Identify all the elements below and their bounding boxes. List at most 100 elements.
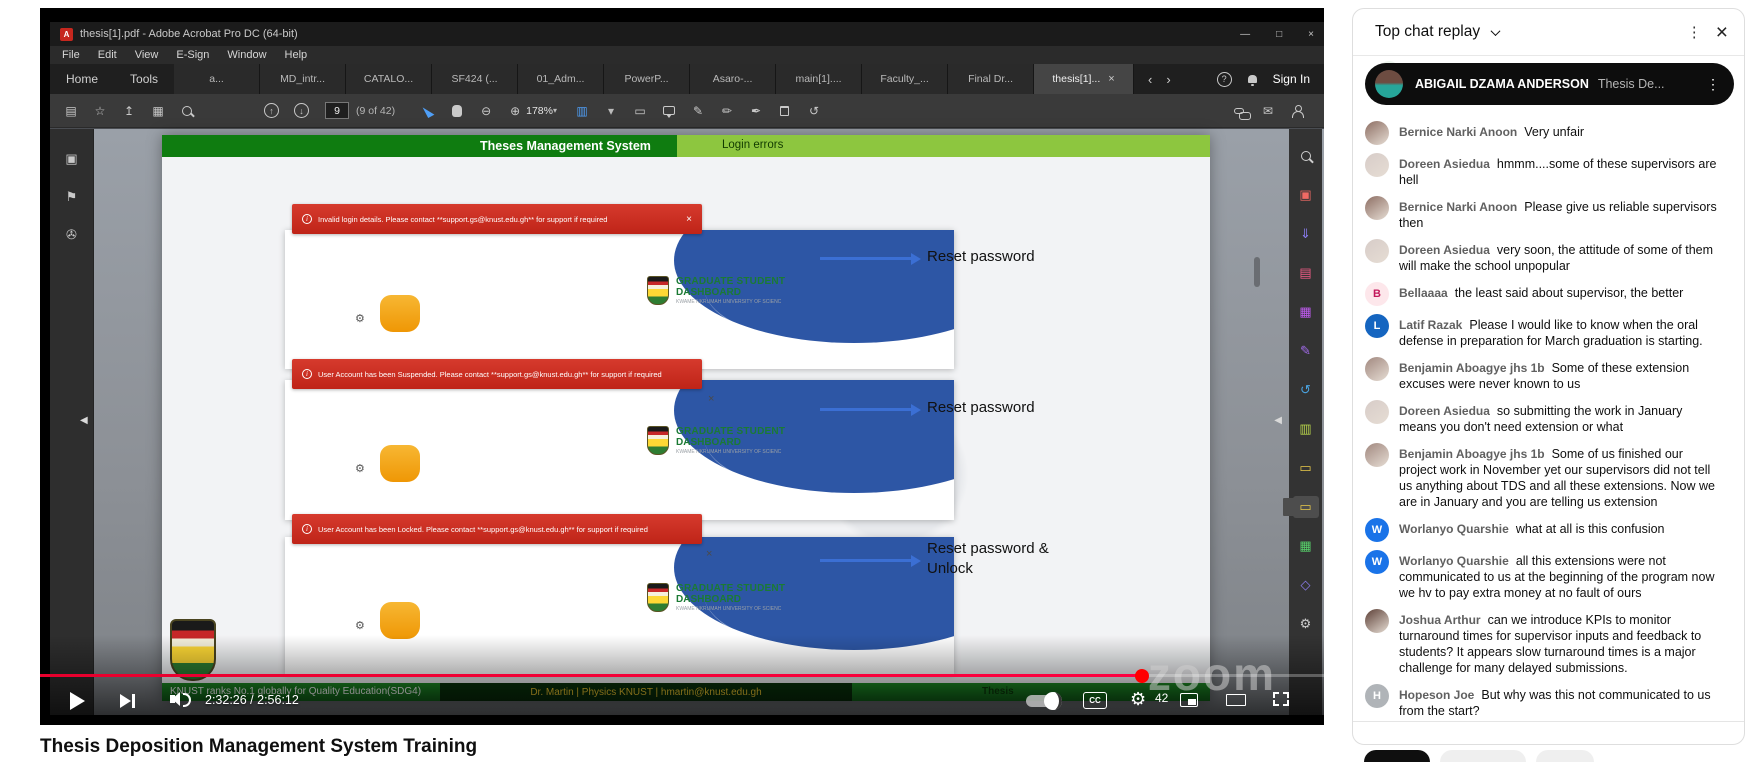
progress-bar[interactable] [40,668,1324,683]
pinned-kebab-icon[interactable]: ⋮ [1706,76,1724,93]
chat-chip[interactable] [1364,750,1430,762]
sign-in-button[interactable]: Sign In [1273,72,1310,86]
menu-e-sign[interactable]: E-Sign [176,49,209,61]
menu-window[interactable]: Window [227,49,266,61]
tab-home[interactable]: Home [50,64,114,94]
doc-tab[interactable]: 01_Adm... [518,64,605,94]
tab-scroll-right-icon[interactable]: › [1166,72,1170,87]
video-player[interactable]: A thesis[1].pdf - Adobe Acrobat Pro DC (… [40,8,1324,725]
doc-tab[interactable]: SF424 (... [432,64,519,94]
next-button[interactable] [120,694,138,708]
sign-pen-icon[interactable]: ✏ [720,104,734,118]
delete-pages-icon[interactable] [778,105,792,116]
profile-icon[interactable] [1290,104,1304,118]
chat-close-icon[interactable]: × [1716,22,1728,43]
save-icon[interactable]: ▤ [64,104,78,118]
menu-view[interactable]: View [135,49,159,61]
fullscreen-button[interactable] [1273,692,1289,706]
more-tools-icon[interactable]: ⚙ [1293,613,1319,635]
page-display-icon[interactable]: ▥ [575,104,589,118]
autoplay-toggle[interactable] [1026,692,1062,710]
search-icon[interactable] [180,105,194,116]
email-icon[interactable]: ✉ [1261,104,1275,118]
volume-icon[interactable] [170,692,191,707]
banner-close-icon[interactable]: × [708,393,714,405]
protect-icon[interactable]: ◇ [1293,574,1319,596]
page-thumbnails-icon[interactable]: ▣ [65,151,79,167]
select-tool-icon[interactable] [421,103,435,118]
bookmarks-icon[interactable]: ⚑ [65,189,79,205]
previous-page-icon[interactable]: ↑ [264,103,279,118]
print-icon[interactable]: ▦ [151,104,165,118]
scan-ocr-icon[interactable]: ▥ [1293,418,1319,440]
organize-pages-icon[interactable]: ▤ [1293,262,1319,284]
doc-tab-active[interactable]: thesis[1]... × [1034,64,1135,94]
fill-sign-icon[interactable]: ✒ [749,104,763,118]
doc-tab[interactable]: CATALO... [346,64,433,94]
pdf-scrollbar-thumb[interactable] [1254,257,1260,287]
tab-tools[interactable]: Tools [114,64,174,94]
chat-text: Very unfair [1524,125,1585,139]
convert-pdf-icon[interactable]: ↺ [1293,379,1319,401]
next-page-icon[interactable]: ↓ [294,103,309,118]
doc-tab[interactable]: MD_intr... [260,64,347,94]
minimize-button[interactable]: — [1240,29,1250,40]
tab-scroll-left-icon[interactable]: ‹ [1148,72,1152,87]
doc-tab[interactable]: main[1].... [776,64,863,94]
miniplayer-button[interactable] [1180,693,1198,707]
share-icon[interactable]: ↥ [122,104,136,118]
zoom-in-icon[interactable]: ⊕ [508,104,522,118]
collapse-left-panel-icon[interactable]: ◀ [80,415,88,426]
export-pdf-icon[interactable]: ⇓ [1293,223,1319,245]
tab-close-icon[interactable]: × [1108,73,1114,85]
doc-tab[interactable]: Final Dr... [948,64,1035,94]
theater-mode-button[interactable] [1226,694,1246,706]
comment-tool-icon[interactable]: ▭ [1292,496,1319,518]
chevron-down-icon[interactable] [1490,25,1501,36]
link-icon[interactable] [1232,107,1251,120]
menu-file[interactable]: File [62,49,80,61]
doc-tab[interactable]: Faculty_... [862,64,949,94]
doc-tab[interactable]: Asaro-... [690,64,777,94]
chat-menu-kebab-icon[interactable]: ⋮ [1673,23,1716,41]
doc-tab[interactable]: PowerP... [604,64,691,94]
banner-close-icon[interactable]: × [686,214,692,225]
create-pdf-icon[interactable]: ▣ [1293,184,1319,206]
collapse-right-panel-icon[interactable]: ◀ [1274,415,1282,426]
comment-icon[interactable] [662,106,676,118]
help-icon[interactable]: ? [1216,71,1232,87]
attachments-icon[interactable]: ✇ [65,227,79,243]
zoom-level-select[interactable]: 178% [526,105,553,117]
read-mode-icon[interactable]: ▭ [633,104,647,118]
notifications-bell-icon[interactable] [1247,75,1257,86]
close-button[interactable]: × [1308,29,1314,40]
chat-chip[interactable] [1440,750,1526,762]
marquee-zoom-icon[interactable] [1293,145,1319,167]
chat-mode-dropdown[interactable]: Top chat replay [1375,23,1480,41]
pinned-message[interactable]: ABIGAIL DZAMA ANDERSON Thesis De... ⋮ [1365,63,1734,105]
rotate-pages-icon[interactable]: ↺ [807,104,821,118]
star-icon[interactable]: ☆ [93,104,107,118]
menu-help[interactable]: Help [285,49,308,61]
zoom-caret-icon[interactable]: ▾ [553,106,557,115]
dashboard-logo: GRADUATE STUDENT DASHBOARD KWAME NKRUMAH… [647,583,785,612]
progress-scrubber[interactable] [1135,668,1149,683]
fill-and-sign-icon[interactable]: ✎ [1293,340,1319,362]
play-button[interactable] [70,692,85,710]
captions-button[interactable]: CC [1083,692,1107,709]
edit-pdf-icon[interactable]: ▦ [1293,301,1319,323]
request-signatures-icon[interactable]: ▭ [1293,457,1319,479]
avatar [1365,357,1389,381]
chat-chip[interactable] [1536,750,1594,762]
page-display-caret-icon[interactable]: ▾ [604,104,618,118]
menu-edit[interactable]: Edit [98,49,117,61]
banner-close-icon[interactable]: × [706,548,712,560]
highlight-pen-icon[interactable]: ✎ [691,104,705,118]
doc-tab[interactable]: a... [174,64,261,94]
page-number-input[interactable]: 9 [325,102,349,119]
zoom-out-icon[interactable]: ⊖ [479,104,493,118]
restore-button[interactable]: □ [1276,29,1282,40]
hand-tool-icon[interactable] [450,104,464,117]
print-production-icon[interactable]: ▦ [1293,535,1319,557]
settings-gear-icon[interactable]: ⚙ [1130,689,1146,710]
